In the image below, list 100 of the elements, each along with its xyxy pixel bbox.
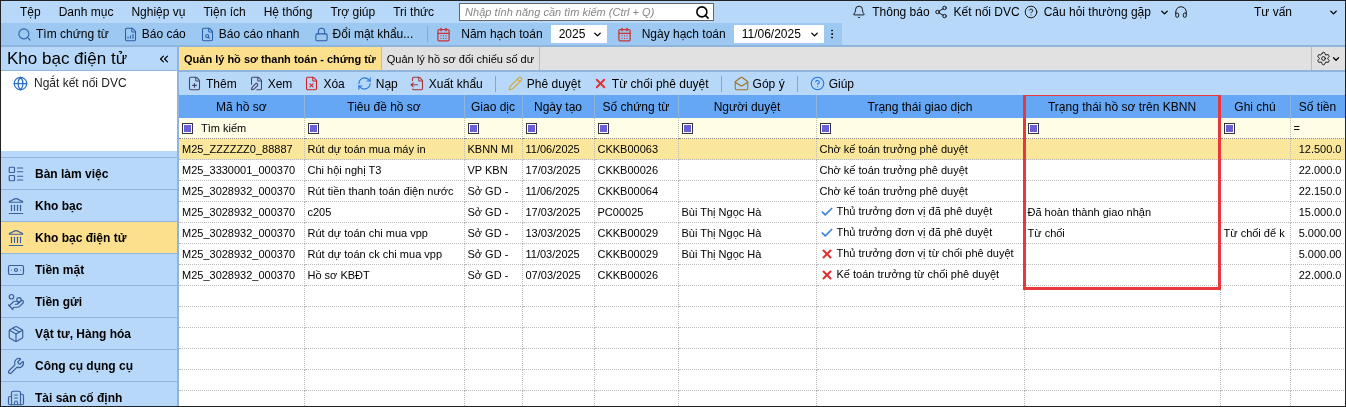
header-link[interactable]: Tư vấn <box>1253 5 1292 19</box>
table-cell: Từ chối để k <box>1223 227 1285 239</box>
filter-icon[interactable] <box>1027 123 1039 135</box>
hand-coin-icon <box>7 292 25 311</box>
table-cell: Chờ kế toán trưởng phê duyệt <box>819 164 968 176</box>
table-cell: M25_3028932_000370 <box>182 206 296 218</box>
filter-icon[interactable] <box>467 123 479 135</box>
menu-item[interactable]: Trợ giúp <box>321 5 385 19</box>
table-cell: Đã hoàn thành giao nhận <box>1027 206 1152 218</box>
table-cell: 11/06/2025 <box>525 185 580 197</box>
pencil-icon <box>507 76 523 91</box>
table-cell: Thủ trưởng đơn vị đã phê duyệt <box>836 204 993 217</box>
column-header[interactable]: Giao dịc <box>464 95 522 118</box>
filter-icon[interactable] <box>681 123 693 135</box>
column-header[interactable]: Số tiền <box>1290 95 1345 118</box>
table-cell: Từ chối <box>1027 227 1065 239</box>
action-button[interactable]: Nạp <box>350 73 404 94</box>
toolbar-button[interactable]: Tìm chứng từ <box>11 24 115 44</box>
lock-icon <box>313 26 329 42</box>
table-cell: Chờ kế toán trưởng phê duyệt <box>819 143 968 155</box>
help-icon <box>809 76 825 91</box>
table-cell: Chi hội nghị T3 <box>307 164 382 176</box>
header-link[interactable]: Câu hỏi thường gặp <box>1043 5 1151 19</box>
bank-icon <box>7 228 25 247</box>
menu-item[interactable]: Nghiệp vụ <box>122 5 195 19</box>
building-icon <box>7 388 25 406</box>
action-button[interactable]: Xuất khẩu <box>403 73 489 94</box>
action-button[interactable]: Xem <box>242 73 299 94</box>
table-cell: M25_ZZZZZZ0_88887 <box>182 143 293 155</box>
nav-item[interactable]: Tiền gửi <box>1 286 177 318</box>
filter-icon[interactable] <box>597 123 609 135</box>
table-cell: CKKB00063 <box>597 143 659 155</box>
menu-item[interactable]: Tiện ích <box>194 5 255 19</box>
table-cell: VP KBN <box>467 164 508 176</box>
search-icon <box>695 4 711 20</box>
toolbar-button[interactable]: Báo cáo nhanh <box>193 24 306 44</box>
settings-icon[interactable] <box>1316 51 1331 66</box>
table-cell: 22.000.0 <box>1298 164 1342 176</box>
year-select[interactable]: 2025 <box>550 25 607 43</box>
table-cell: Rút dự toán ck chi mua vpp <box>307 248 443 260</box>
connection-status[interactable]: Ngắt kết nối DVC <box>34 76 127 90</box>
table-cell: 11/06/2025 <box>525 143 580 155</box>
action-button[interactable]: Thêm <box>181 73 243 94</box>
table-cell: Rút dự toán mua máy in <box>307 143 426 155</box>
toolbar-button[interactable]: Đổi mật khẩu... <box>307 24 420 44</box>
menu-item[interactable]: Danh mục <box>49 5 123 19</box>
nav-item[interactable]: Kho bạc điện tử <box>1 222 177 254</box>
column-header[interactable]: Tiêu đề hồ sơ <box>304 95 464 118</box>
menu-item[interactable]: Tri thức <box>384 5 444 19</box>
action-button[interactable]: Giúp <box>803 73 860 94</box>
table-cell: M25_3028932_000370 <box>182 227 296 239</box>
date-field[interactable]: 11/06/2025 <box>733 25 824 43</box>
filter-icon[interactable] <box>819 123 831 135</box>
action-button[interactable]: Từ chối phê duyệt <box>586 73 715 94</box>
nav-item[interactable]: Tiền mặt <box>1 254 177 286</box>
column-header[interactable]: Người duyệt <box>678 95 816 118</box>
table-cell: c205 <box>307 206 332 218</box>
filter-icon[interactable] <box>1223 123 1235 135</box>
nav-item[interactable]: Tài sản cố định <box>1 382 177 406</box>
action-button[interactable]: Xóa <box>298 73 351 94</box>
sidebar-title: Kho bạc điện tử <box>7 48 128 69</box>
nav-item[interactable]: Bàn làm việc <box>1 158 177 190</box>
table-cell: M25_3028932_000370 <box>182 248 296 260</box>
nav-item[interactable]: Kho bạc <box>1 190 177 222</box>
table-cell: 22.000.0 <box>1298 269 1342 281</box>
table-cell: Kế toán trưởng từ chối phê duyệt <box>836 267 1000 280</box>
header-link[interactable]: Kết nối DVC <box>953 5 1020 19</box>
filter-icon[interactable] <box>307 123 319 135</box>
nav-item[interactable]: Công cụ dụng cụ <box>1 350 177 382</box>
table-cell: Rút tiền thanh toán điện nước <box>307 185 454 197</box>
header-link[interactable]: Thông báo <box>872 5 930 19</box>
filter-icon[interactable] <box>182 123 193 135</box>
table-cell: Rút dự toán chi mua vpp <box>307 227 428 239</box>
calendar-icon <box>436 26 452 42</box>
nav-item[interactable]: Vật tư, Hàng hóa <box>1 318 177 350</box>
column-header[interactable]: Số chứng từ <box>594 95 678 118</box>
column-header[interactable]: Ghi chú <box>1220 95 1290 118</box>
filter-operator[interactable]: = <box>1293 122 1300 134</box>
date-label: Ngày hạch toán <box>640 27 727 41</box>
action-button[interactable]: Góp ý <box>727 73 791 94</box>
filter-icon[interactable] <box>525 123 537 135</box>
search-field[interactable]: Nhập tính năng cần tìm kiếm (Ctrl + Q) <box>459 3 715 21</box>
menu-item[interactable]: Tệp <box>11 5 50 19</box>
column-header[interactable]: Ngày tạo <box>522 95 594 118</box>
tab[interactable]: Quản lý hồ sơ thanh toán - chứng từ <box>179 47 382 70</box>
menu-item[interactable]: Hệ thống <box>254 5 322 19</box>
tab[interactable]: Quản lý hồ sơ đối chiếu số dư <box>381 47 541 70</box>
table-cell: PC00025 <box>597 206 644 218</box>
table-cell: Hồ sơ KBĐT <box>307 269 370 281</box>
toolbar-button[interactable]: Báo cáo <box>116 24 192 44</box>
table-cell: CKKB00026 <box>597 164 659 176</box>
column-header[interactable]: Mã hồ sơ <box>179 95 304 118</box>
table-cell: Sở GD - <box>467 248 509 260</box>
splitter-handle[interactable] <box>1 151 177 158</box>
table-cell: 15.000.0 <box>1298 206 1342 218</box>
table-cell: CKKB00029 <box>597 227 659 239</box>
package-icon <box>7 324 25 343</box>
table-cell: 17/03/2025 <box>525 164 581 176</box>
column-header[interactable]: Trạng thái giao dịch <box>816 95 1024 118</box>
action-button[interactable]: Phê duyệt <box>501 73 587 94</box>
